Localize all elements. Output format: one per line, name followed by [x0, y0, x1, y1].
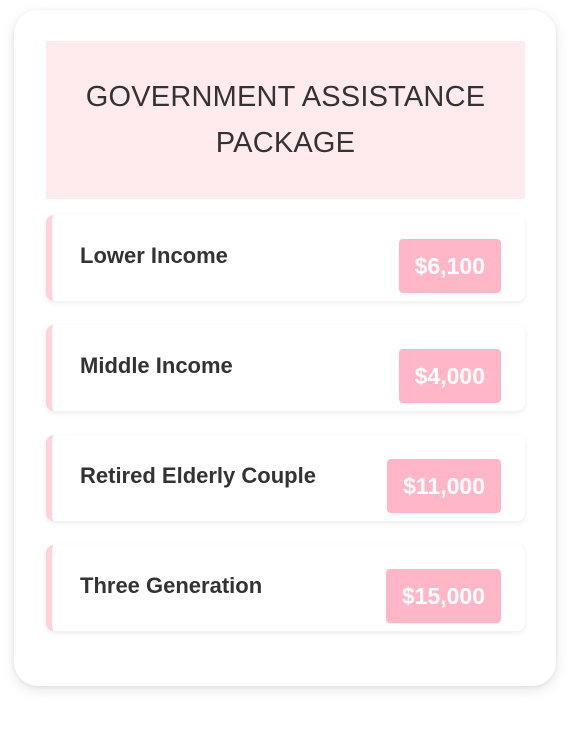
- package-row-retired-elderly-couple: Retired Elderly Couple $11,000: [46, 435, 525, 521]
- package-amount-badge: $6,100: [398, 239, 501, 293]
- assistance-card: GOVERNMENT ASSISTANCE PACKAGE Lower Inco…: [14, 10, 556, 686]
- package-amount-badge: $11,000: [387, 459, 501, 513]
- package-row-three-generation: Three Generation $15,000: [46, 545, 525, 631]
- page-title: GOVERNMENT ASSISTANCE PACKAGE: [85, 81, 486, 159]
- package-label: Retired Elderly Couple: [80, 463, 316, 488]
- package-label: Middle Income: [80, 353, 233, 378]
- package-label: Three Generation: [80, 573, 263, 598]
- package-row-middle-income: Middle Income $4,000: [46, 325, 525, 411]
- package-row-lower-income: Lower Income $6,100: [46, 215, 525, 301]
- package-amount-badge: $15,000: [385, 569, 501, 623]
- package-label: Lower Income: [80, 243, 228, 268]
- card-header: GOVERNMENT ASSISTANCE PACKAGE: [46, 41, 525, 199]
- package-amount-badge: $4,000: [398, 349, 501, 403]
- package-list: Lower Income $6,100 Middle Income $4,000…: [46, 215, 525, 655]
